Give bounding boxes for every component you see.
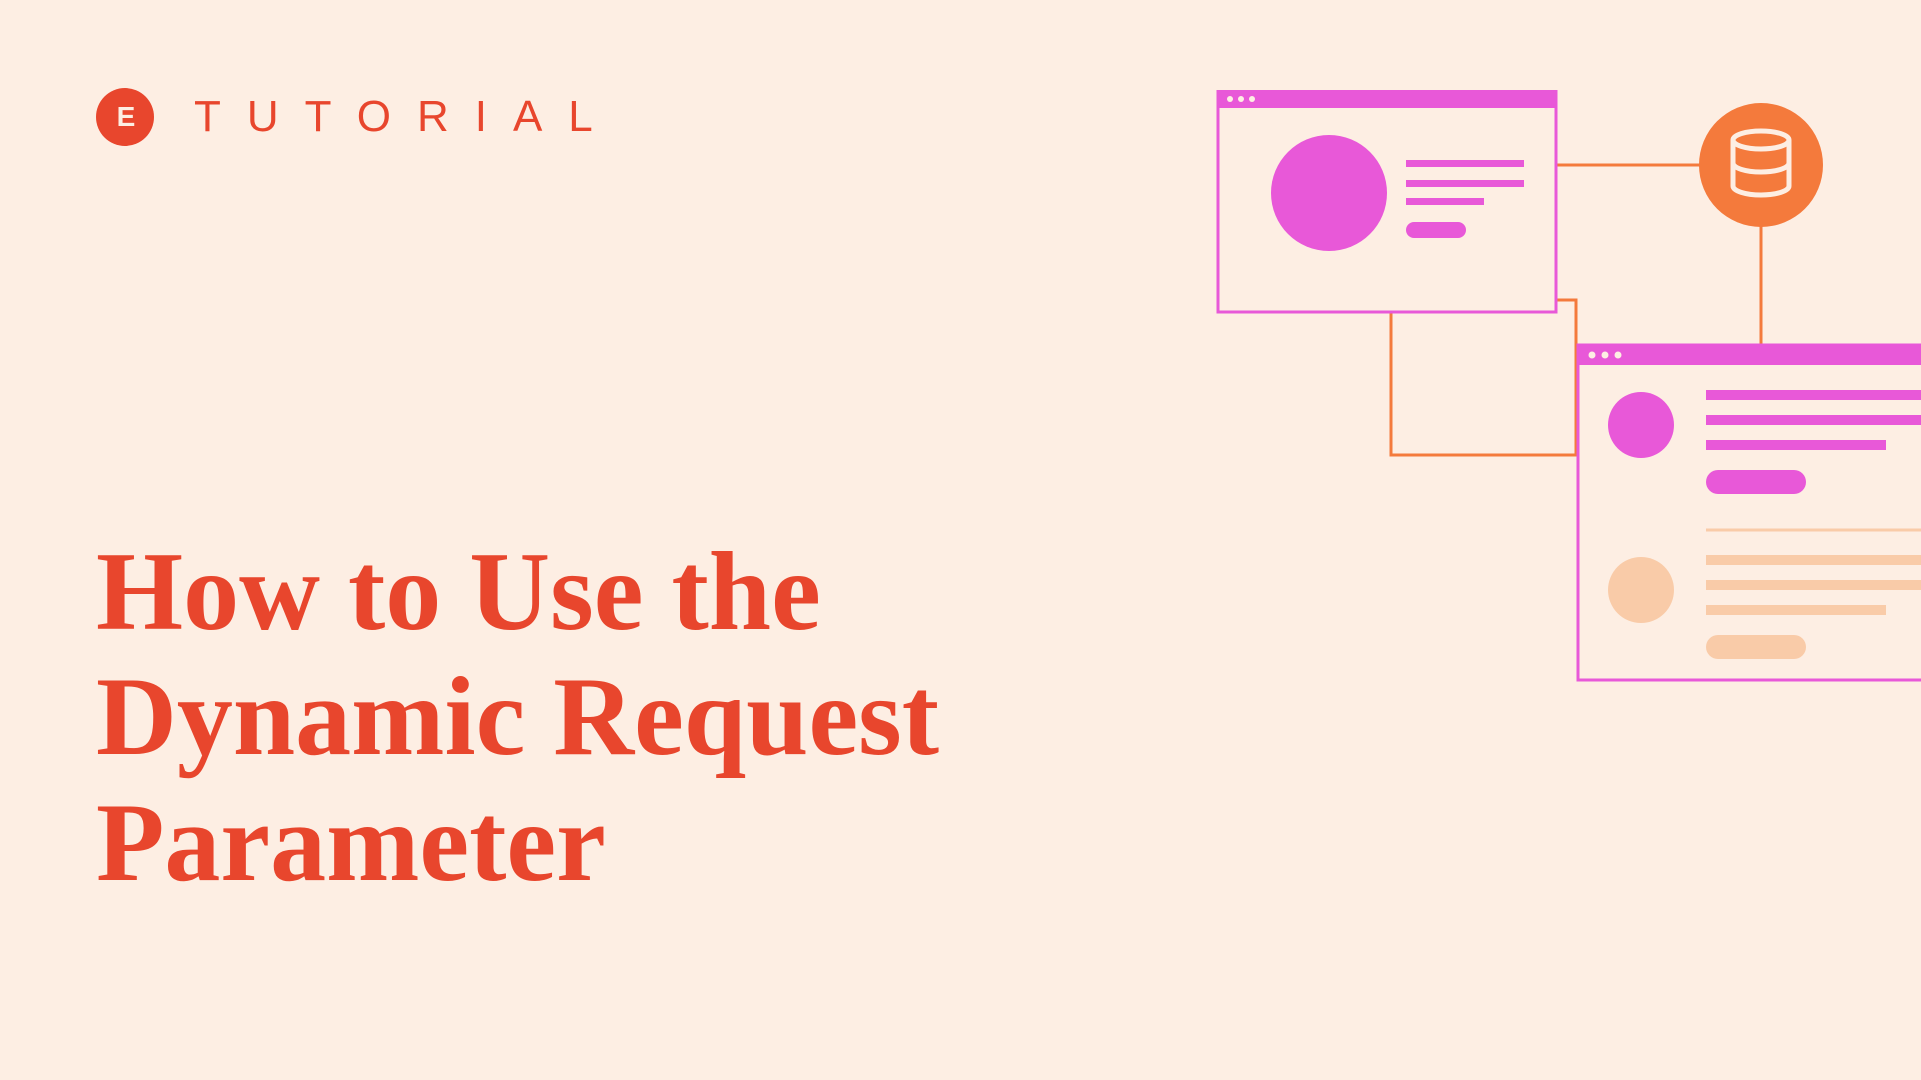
window-card-2 <box>1578 345 1921 680</box>
database-icon <box>1699 103 1823 227</box>
connector-box <box>1391 300 1576 455</box>
avatar-circle-icon <box>1271 135 1387 251</box>
illustration <box>1021 90 1921 790</box>
logo-glyph: E <box>117 101 134 133</box>
elementor-logo-icon: E <box>96 88 154 146</box>
header-label: TUTORIAL <box>194 92 619 142</box>
header: E TUTORIAL <box>96 88 619 146</box>
window-card-1 <box>1218 90 1556 312</box>
